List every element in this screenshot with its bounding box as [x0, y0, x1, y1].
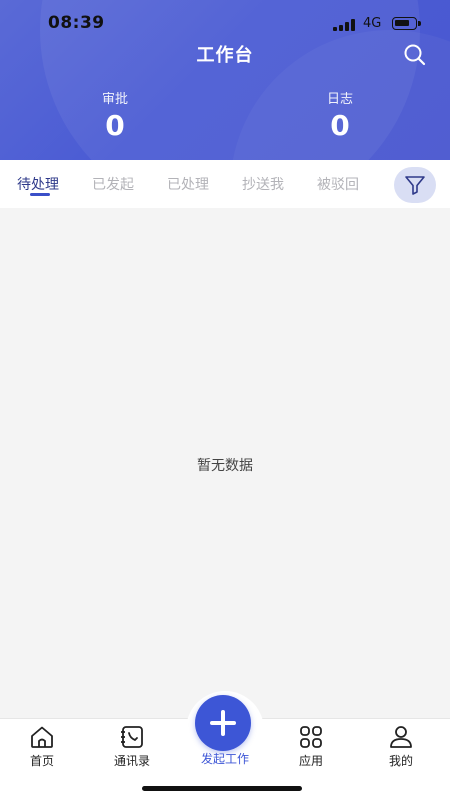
empty-state-text: 暂无数据 — [197, 458, 253, 474]
stat-approval[interactable]: 审批 0 — [55, 88, 175, 142]
start-work-label[interactable]: 发起工作 — [186, 750, 264, 767]
nav-contacts[interactable]: 通讯录 — [97, 724, 167, 769]
start-work-button[interactable] — [195, 695, 251, 751]
stat-log-value: 0 — [330, 109, 350, 142]
signal-icon — [333, 19, 355, 31]
nav-mine[interactable]: 我的 — [366, 724, 436, 769]
tab-initiated[interactable]: 已发起 — [92, 174, 134, 194]
tab-cc-me[interactable]: 抄送我 — [242, 174, 284, 194]
home-icon — [31, 726, 53, 748]
nav-home-label: 首页 — [29, 754, 54, 768]
battery-icon — [392, 17, 421, 30]
stat-approval-label: 审批 — [101, 92, 128, 107]
content-area: 暂无数据 — [0, 208, 450, 718]
tab-processed[interactable]: 已处理 — [167, 174, 209, 194]
nav-apps[interactable]: 应用 — [276, 724, 346, 769]
page-title: 工作台 — [196, 45, 254, 66]
network-type: 4G — [363, 16, 382, 31]
header: 08:39 4G 工作台 审批 0 日志 0 — [0, 0, 450, 160]
stat-log-label: 日志 — [326, 92, 353, 107]
nav-apps-label: 应用 — [298, 754, 323, 768]
tab-bar: 待处理 已发起 已处理 抄送我 被驳回 — [0, 160, 450, 208]
status-bar: 08:39 4G — [0, 0, 450, 44]
active-tab-indicator — [30, 193, 50, 196]
stat-log[interactable]: 日志 0 — [280, 88, 400, 142]
filter-button[interactable] — [394, 167, 436, 203]
tab-pending[interactable]: 待处理 — [17, 174, 59, 194]
apps-icon — [300, 726, 322, 748]
home-indicator — [142, 786, 302, 791]
search-icon — [404, 44, 426, 66]
tab-rejected[interactable]: 被驳回 — [317, 174, 359, 194]
stat-approval-value: 0 — [105, 109, 125, 142]
filter-icon — [405, 176, 425, 195]
user-icon — [390, 726, 412, 748]
contacts-icon — [121, 726, 143, 748]
search-button[interactable] — [402, 42, 428, 68]
nav-contacts-label: 通讯录 — [113, 754, 150, 768]
plus-icon — [210, 710, 236, 736]
nav-mine-label: 我的 — [388, 754, 413, 768]
status-time: 08:39 — [48, 13, 105, 33]
nav-home[interactable]: 首页 — [7, 724, 77, 769]
